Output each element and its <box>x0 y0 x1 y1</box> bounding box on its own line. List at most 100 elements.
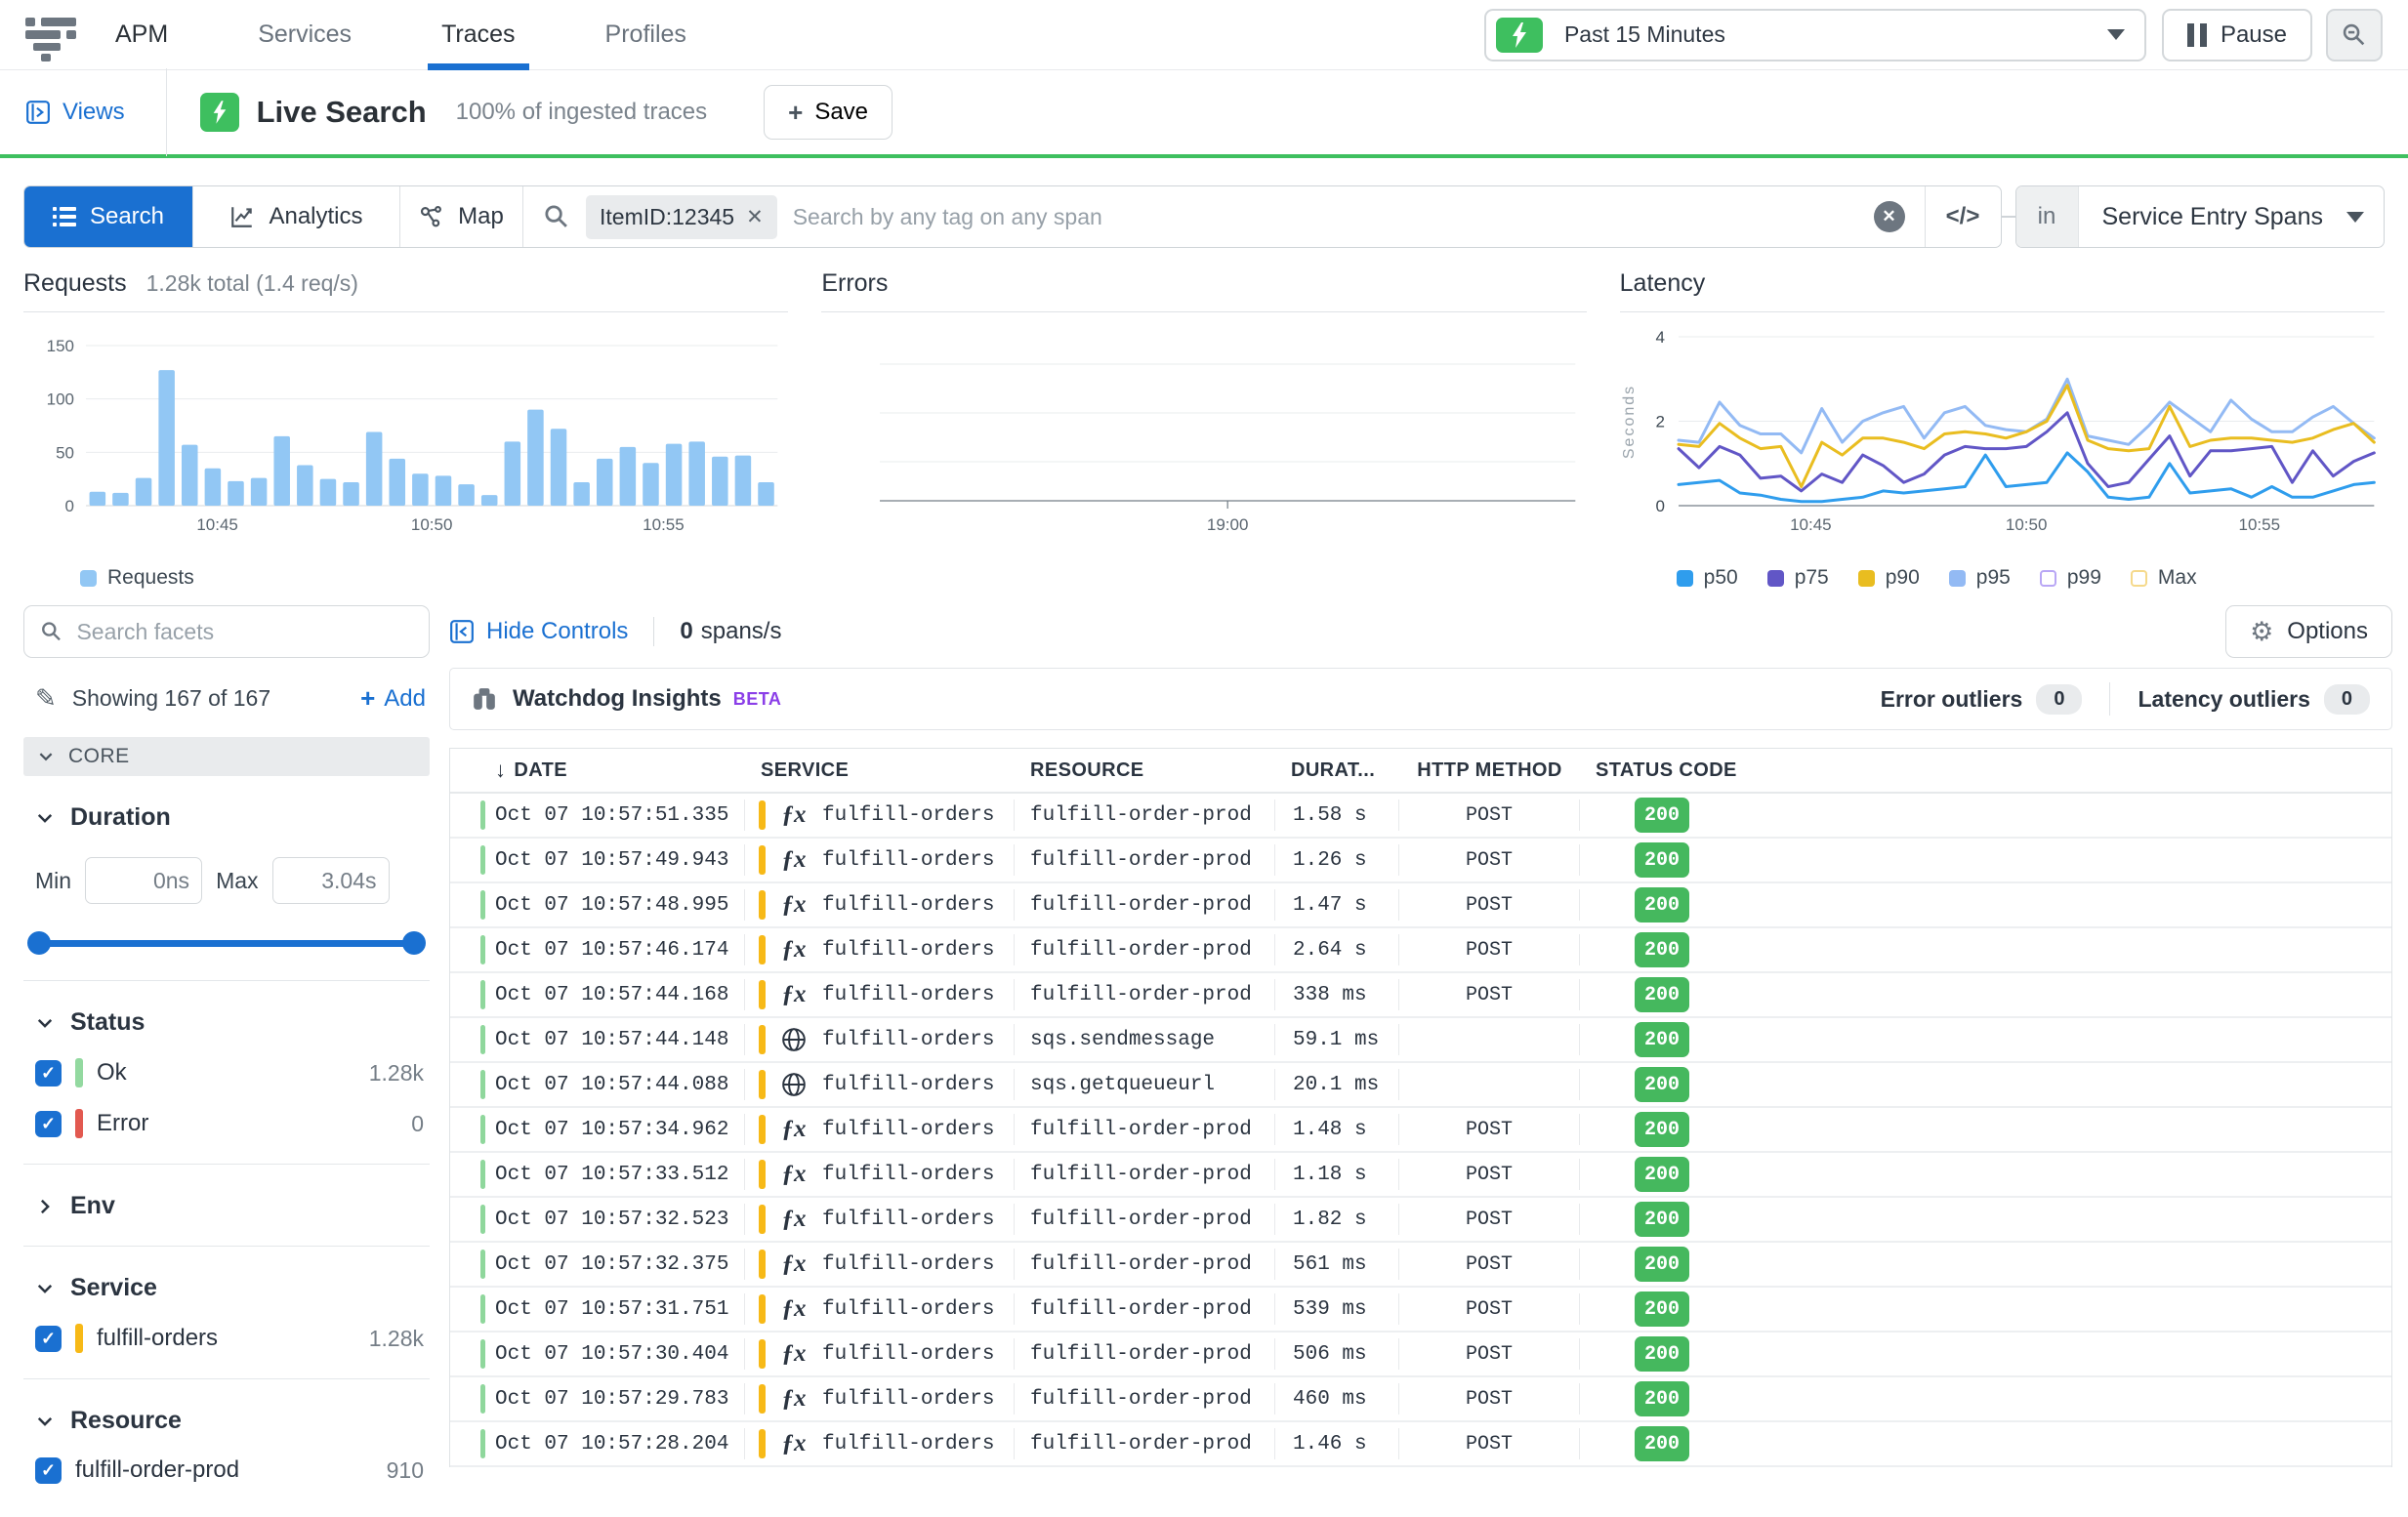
facet-duration-header[interactable]: Duration <box>23 803 430 832</box>
checkbox-checked-icon[interactable]: ✓ <box>35 1111 62 1137</box>
legend-item-requests[interactable]: Requests <box>80 566 194 590</box>
error-outliers[interactable]: Error outliers 0 <box>1881 684 2083 715</box>
table-row[interactable]: Oct 07 10:57:46.174 ƒx fulfill-orders fu… <box>450 928 2391 973</box>
checkbox-checked-icon[interactable]: ✓ <box>35 1326 62 1352</box>
row-resource: fulfill-order-prod <box>1015 1293 1275 1325</box>
facet-resource-header[interactable]: Resource <box>23 1407 430 1435</box>
legend-item-p75[interactable]: p75 <box>1767 566 1829 590</box>
table-row[interactable]: Oct 07 10:57:29.783 ƒx fulfill-orders fu… <box>450 1377 2391 1422</box>
nav-profiles[interactable]: Profiles <box>605 0 686 70</box>
legend-item-p99[interactable]: p99 <box>2040 566 2101 590</box>
row-date: Oct 07 10:57:31.751 <box>485 1293 745 1325</box>
lambda-icon: ƒx <box>775 1385 812 1413</box>
slider-handle-max[interactable] <box>402 931 426 955</box>
lambda-icon: ƒx <box>775 891 812 919</box>
row-duration: 460 ms <box>1275 1383 1399 1414</box>
core-group-header[interactable]: CORE <box>23 737 430 776</box>
table-row[interactable]: Oct 07 10:57:32.523 ƒx fulfill-orders fu… <box>450 1198 2391 1243</box>
facet-service-header[interactable]: Service <box>23 1274 430 1302</box>
legend-label: p99 <box>2067 566 2101 590</box>
facet-search-box[interactable] <box>23 605 430 658</box>
duration-slider[interactable] <box>27 931 426 955</box>
pause-label: Pause <box>2221 21 2287 49</box>
latency-chart-svg[interactable]: 024Seconds10:4510:5010:55 <box>1620 312 2385 552</box>
tab-analytics[interactable]: Analytics <box>192 186 399 247</box>
latency-outliers[interactable]: Latency outliers 0 <box>2138 684 2370 715</box>
row-date: Oct 07 10:57:28.204 <box>485 1428 745 1459</box>
table-row[interactable]: Oct 07 10:57:44.148 ƒx fulfill-orders sq… <box>450 1018 2391 1063</box>
facet-row-error[interactable]: ✓ Error 0 <box>23 1109 430 1138</box>
table-row[interactable]: Oct 07 10:57:30.404 ƒx fulfill-orders fu… <box>450 1332 2391 1377</box>
facet-row-ok[interactable]: ✓ Ok 1.28k <box>23 1058 430 1087</box>
hide-controls-button[interactable]: Hide Controls <box>449 618 628 645</box>
legend-item-max[interactable]: Max <box>2131 566 2197 590</box>
errors-chart-svg[interactable]: 19:00 <box>821 312 1586 552</box>
raw-query-button[interactable]: </> <box>1925 186 2001 247</box>
connector-line <box>2002 216 2015 218</box>
views-button[interactable]: Views <box>25 99 125 126</box>
search-tag-chip[interactable]: ItemID:12345 ✕ <box>586 195 777 239</box>
facet-status-header[interactable]: Status <box>23 1008 430 1037</box>
column-header-resource[interactable]: RESOURCE <box>1015 759 1275 782</box>
pause-button[interactable]: Pause <box>2162 9 2312 62</box>
options-button[interactable]: ⚙ Options <box>2225 605 2392 658</box>
row-resource: fulfill-order-prod <box>1015 1159 1275 1190</box>
column-header-duration[interactable]: DURAT... <box>1275 759 1399 782</box>
lambda-icon: ƒx <box>775 1116 812 1143</box>
table-row[interactable]: Oct 07 10:57:31.751 ƒx fulfill-orders fu… <box>450 1288 2391 1332</box>
watchdog-insights-panel[interactable]: Watchdog Insights BETA Error outliers 0 … <box>449 668 2392 730</box>
add-facet-button[interactable]: + Add <box>360 683 426 714</box>
column-header-service[interactable]: SERVICE <box>745 759 1015 782</box>
duration-max-input[interactable] <box>272 857 390 904</box>
tab-search[interactable]: Search <box>24 186 192 247</box>
column-header-status-code[interactable]: STATUS CODE <box>1580 759 1805 782</box>
remove-tag-icon[interactable]: ✕ <box>746 205 764 229</box>
time-range-selector[interactable]: Past 15 Minutes <box>1484 9 2146 62</box>
table-row[interactable]: Oct 07 10:57:44.088 ƒx fulfill-orders sq… <box>450 1063 2391 1108</box>
table-row[interactable]: Oct 07 10:57:32.375 ƒx fulfill-orders fu… <box>450 1243 2391 1288</box>
sort-descending-icon: ↓ <box>495 758 506 783</box>
legend-item-p50[interactable]: p50 <box>1677 566 1738 590</box>
search-icon-button[interactable] <box>2326 9 2383 62</box>
table-row[interactable]: Oct 07 10:57:51.335 ƒx fulfill-orders fu… <box>450 794 2391 839</box>
nav-traces[interactable]: Traces <box>441 0 515 70</box>
table-row[interactable]: Oct 07 10:57:34.962 ƒx fulfill-orders fu… <box>450 1108 2391 1153</box>
table-row[interactable]: Oct 07 10:57:33.512 ƒx fulfill-orders fu… <box>450 1153 2391 1198</box>
error-color-bar <box>75 1109 83 1138</box>
row-date: Oct 07 10:57:44.148 <box>485 1024 745 1055</box>
duration-min-input[interactable] <box>85 857 202 904</box>
edit-facets-icon[interactable]: ✎ <box>35 683 57 714</box>
slider-handle-min[interactable] <box>27 931 51 955</box>
max-label: Max <box>216 868 258 894</box>
checkbox-checked-icon[interactable]: ✓ <box>35 1060 62 1086</box>
column-header-date[interactable]: ↓ DATE <box>485 758 745 783</box>
legend-item-p95[interactable]: p95 <box>1949 566 2011 590</box>
facet-search-input[interactable] <box>76 619 413 645</box>
table-row[interactable]: Oct 07 10:57:28.204 ƒx fulfill-orders fu… <box>450 1422 2391 1467</box>
facet-row-fulfill-orders[interactable]: ✓ fulfill-orders 1.28k <box>23 1324 430 1353</box>
table-row[interactable]: Oct 07 10:57:49.943 ƒx fulfill-orders fu… <box>450 839 2391 883</box>
time-range-label: Past 15 Minutes <box>1564 21 1725 48</box>
facet-row-fulfill-order-prod[interactable]: ✓ fulfill-order-prod 910 <box>23 1456 430 1484</box>
search-input[interactable]: ItemID:12345 ✕ Search by any tag on any … <box>522 186 1925 247</box>
tab-map[interactable]: Map <box>399 186 522 247</box>
requests-chart-svg[interactable]: 05010015010:4510:5010:55 <box>23 312 788 552</box>
nav-services[interactable]: Services <box>258 0 352 70</box>
checkbox-checked-icon[interactable]: ✓ <box>35 1457 62 1484</box>
row-method <box>1399 1024 1580 1055</box>
nav-apm[interactable]: APM <box>115 0 168 70</box>
facet-env-header[interactable]: Env <box>23 1192 430 1220</box>
column-header-http-method[interactable]: HTTP METHOD <box>1399 759 1580 782</box>
page-title: Live Search <box>257 95 427 130</box>
svg-text:10:45: 10:45 <box>1790 515 1832 534</box>
clear-search-icon[interactable]: ✕ <box>1874 201 1905 232</box>
save-button[interactable]: + Save <box>764 85 893 140</box>
table-row[interactable]: Oct 07 10:57:48.995 ƒx fulfill-orders fu… <box>450 883 2391 928</box>
magnifier-icon <box>2341 21 2368 49</box>
row-date: Oct 07 10:57:51.335 <box>485 800 745 831</box>
table-row[interactable]: Oct 07 10:57:44.168 ƒx fulfill-orders fu… <box>450 973 2391 1018</box>
legend-item-p90[interactable]: p90 <box>1858 566 1920 590</box>
search-tag-label: ItemID:12345 <box>600 204 734 230</box>
row-service-label: fulfill-orders <box>822 1164 994 1186</box>
span-scope-selector[interactable]: in Service Entry Spans <box>2015 185 2386 248</box>
